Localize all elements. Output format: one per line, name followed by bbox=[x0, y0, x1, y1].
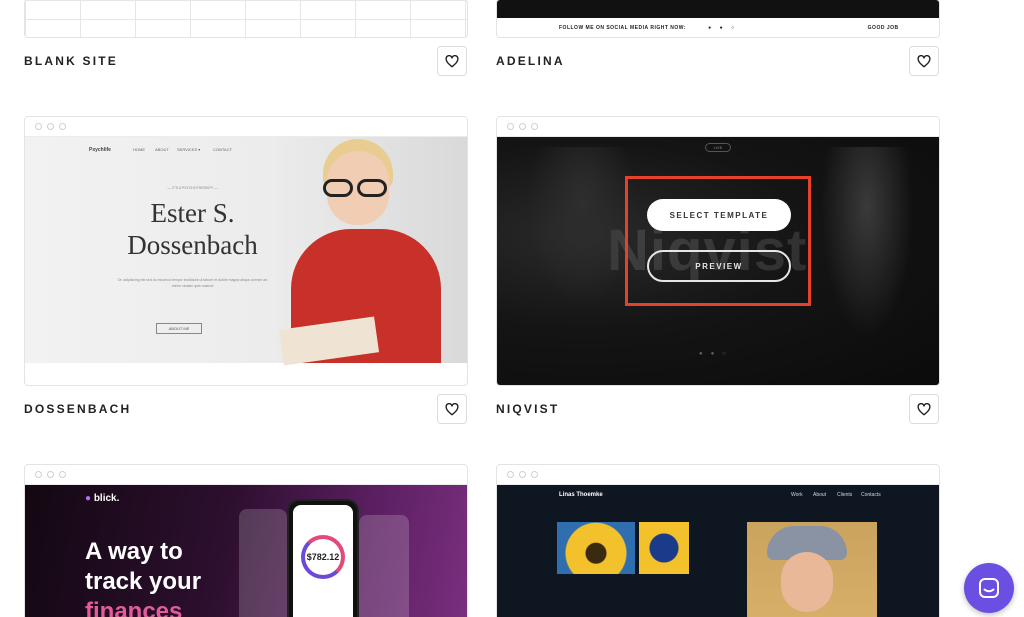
heart-icon bbox=[445, 54, 459, 67]
window-dot-icon bbox=[519, 471, 526, 478]
blick-headline-line1: A way to bbox=[85, 538, 183, 565]
heart-icon bbox=[445, 402, 459, 415]
window-dot-icon bbox=[47, 123, 54, 130]
dossenbach-blurb: Dr. adipisicing elit sed do eiusmod temp… bbox=[117, 278, 268, 288]
instagram-icon: ○ bbox=[731, 25, 735, 31]
window-dot-icon bbox=[59, 471, 66, 478]
heart-icon bbox=[917, 402, 931, 415]
niqvist-social-icons: ●●○ bbox=[699, 351, 734, 357]
template-name-blank-site: BLANK SITE bbox=[24, 54, 118, 68]
preview-button[interactable]: PREVIEW bbox=[647, 250, 791, 282]
blick-headline-line3: finances bbox=[85, 598, 183, 617]
template-card-blick[interactable]: ● blick. A way to track your finances $7… bbox=[24, 464, 468, 617]
favorite-button-dossenbach[interactable] bbox=[437, 394, 467, 424]
window-dot-icon bbox=[35, 123, 42, 130]
window-dot-icon bbox=[59, 123, 66, 130]
template-card-niqvist[interactable]: LIVE Niqvist ●●○ SELECT TEMPLATE PREVIEW bbox=[496, 116, 940, 386]
favorite-button-blank-site[interactable] bbox=[437, 46, 467, 76]
adelina-footer-text: FOLLOW ME ON SOCIAL MEDIA RIGHT NOW: bbox=[559, 25, 687, 31]
heart-icon bbox=[917, 54, 931, 67]
blick-preview: ● blick. A way to track your finances $7… bbox=[25, 485, 467, 617]
facebook-icon: ● bbox=[719, 25, 724, 31]
window-dot-icon bbox=[531, 471, 538, 478]
favorite-button-niqvist[interactable] bbox=[909, 394, 939, 424]
dossenbach-cta: ABOUT ME bbox=[156, 323, 202, 334]
niqvist-badge: LIVE bbox=[705, 143, 731, 152]
blue-flower-image bbox=[639, 522, 689, 574]
blick-balance-amount: $782.12 bbox=[306, 552, 340, 562]
template-name-dossenbach: DOSSENBACH bbox=[24, 402, 132, 416]
browser-chrome bbox=[25, 465, 467, 485]
window-dot-icon bbox=[35, 471, 42, 478]
adelina-footer-right: GOOD JOB bbox=[867, 25, 899, 31]
window-dot-icon bbox=[507, 123, 514, 130]
portrait-face bbox=[781, 552, 833, 612]
boy-portrait-image bbox=[747, 522, 877, 617]
favorite-button-adelina[interactable] bbox=[909, 46, 939, 76]
select-template-button[interactable]: SELECT TEMPLATE bbox=[647, 199, 791, 231]
template-card-linas-thoemke[interactable]: Linas Thoemke Work About Clients Contact… bbox=[496, 464, 940, 617]
linas-preview: Linas Thoemke Work About Clients Contact… bbox=[497, 485, 939, 617]
linas-nav-work: Work bbox=[791, 492, 803, 498]
dossenbach-kicker: — IT'S A PSYCHOTHERAPY — bbox=[167, 186, 218, 190]
browser-chrome bbox=[497, 117, 939, 137]
blick-logo-text: blick. bbox=[93, 493, 120, 504]
dossenbach-logo: Psychlife bbox=[89, 147, 111, 153]
linas-nav-about: About bbox=[813, 492, 827, 498]
dossenbach-preview: Psychlife HOME ABOUT SERVICES ▾ CONTACT … bbox=[25, 137, 467, 366]
blick-phone-screen: $782.12 bbox=[293, 505, 353, 617]
template-card-blank-site[interactable] bbox=[24, 0, 468, 38]
dossenbach-nav-services: SERVICES ▾ bbox=[177, 147, 201, 152]
blick-phone-mockup: $782.12 bbox=[287, 499, 359, 617]
template-card-dossenbach[interactable]: Psychlife HOME ABOUT SERVICES ▾ CONTACT … bbox=[24, 116, 468, 386]
singer-silhouette bbox=[817, 147, 917, 347]
template-actions-highlight bbox=[625, 176, 811, 306]
linas-nav-clients: Clients bbox=[837, 492, 853, 498]
blick-headline-line2: track your bbox=[85, 568, 202, 595]
woman-portrait-image bbox=[251, 137, 467, 366]
linas-brand: Linas Thoemke bbox=[559, 492, 603, 498]
window-dot-icon bbox=[47, 471, 54, 478]
template-name-niqvist: NIQVIST bbox=[496, 402, 560, 416]
window-dot-icon bbox=[519, 123, 526, 130]
blick-logo-icon: ● bbox=[85, 493, 92, 504]
blick-balance-ring: $782.12 bbox=[301, 535, 345, 579]
window-dot-icon bbox=[531, 123, 538, 130]
sunflower-image bbox=[557, 522, 635, 574]
crowd-silhouette bbox=[527, 147, 637, 307]
browser-chrome bbox=[497, 465, 939, 485]
adelina-preview-dark-band bbox=[497, 0, 939, 18]
blick-ghost-card-left bbox=[239, 509, 287, 617]
twitter-icon: ● bbox=[708, 25, 712, 31]
dossenbach-nav-home: HOME bbox=[133, 147, 145, 152]
template-card-adelina[interactable]: FOLLOW ME ON SOCIAL MEDIA RIGHT NOW: ● ●… bbox=[496, 0, 940, 38]
browser-chrome bbox=[25, 117, 467, 137]
blick-headline: A way to track your finances bbox=[85, 537, 201, 617]
template-name-adelina: ADELINA bbox=[496, 54, 565, 68]
blank-grid-preview bbox=[25, 0, 467, 37]
blick-ghost-card-right bbox=[359, 515, 409, 617]
window-dot-icon bbox=[507, 471, 514, 478]
dossenbach-nav-about: ABOUT bbox=[155, 147, 169, 152]
chat-icon bbox=[979, 578, 999, 598]
chat-button[interactable] bbox=[964, 563, 1014, 613]
adelina-footer: FOLLOW ME ON SOCIAL MEDIA RIGHT NOW: ● ●… bbox=[497, 18, 939, 37]
linas-nav-contacts: Contacts bbox=[861, 492, 881, 498]
dossenbach-nav-contact: CONTACT bbox=[213, 147, 233, 152]
blick-logo: ● blick. bbox=[85, 493, 119, 504]
